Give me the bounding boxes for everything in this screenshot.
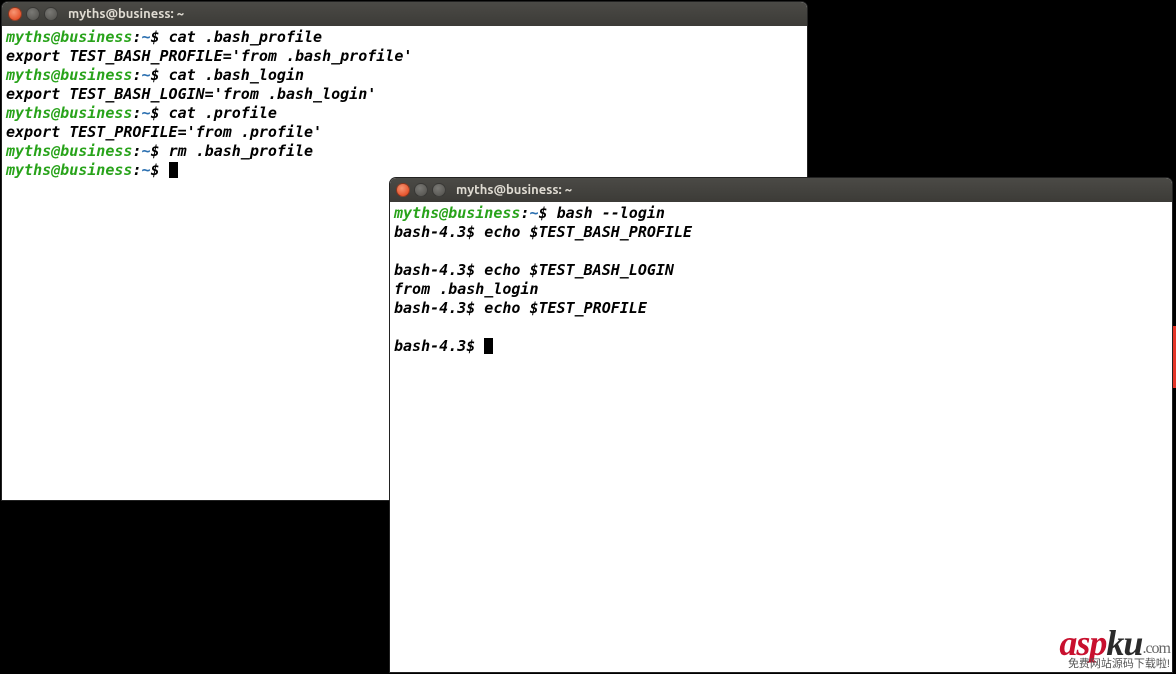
maximize-icon[interactable] xyxy=(44,7,58,21)
terminal-output: export TEST_BASH_LOGIN='from .bash_login… xyxy=(6,85,803,104)
cursor xyxy=(169,162,178,178)
maximize-icon[interactable] xyxy=(432,183,446,197)
window-title: myths@business: ~ xyxy=(68,7,184,21)
terminal-line: myths@business:~$ bash --login xyxy=(394,204,1168,223)
terminal-output: export TEST_PROFILE='from .profile' xyxy=(6,123,803,142)
terminal-line: myths@business:~$ cat .bash_login xyxy=(6,66,803,85)
terminal-line: myths@business:~$ cat .profile xyxy=(6,104,803,123)
terminal-line: bash-4.3$ echo $TEST_PROFILE xyxy=(394,299,1168,318)
terminal-output xyxy=(394,318,1168,337)
watermark: aspku.com 免费网站源码下载啦! xyxy=(1059,625,1170,670)
terminal-output: from .bash_login xyxy=(394,280,1168,299)
watermark-asp: asp xyxy=(1059,623,1106,663)
close-icon[interactable] xyxy=(396,183,410,197)
terminal-line: bash-4.3$ xyxy=(394,337,1168,356)
terminal-line: bash-4.3$ echo $TEST_BASH_PROFILE xyxy=(394,223,1168,242)
close-icon[interactable] xyxy=(8,7,22,21)
terminal-output xyxy=(394,242,1168,261)
terminal-line: myths@business:~$ cat .bash_profile xyxy=(6,28,803,47)
window-title: myths@business: ~ xyxy=(456,183,572,197)
terminal-output: export TEST_BASH_PROFILE='from .bash_pro… xyxy=(6,47,803,66)
watermark-ku: ku xyxy=(1106,623,1142,663)
titlebar[interactable]: myths@business: ~ xyxy=(390,178,1172,202)
terminal-line: myths@business:~$ rm .bash_profile xyxy=(6,142,803,161)
watermark-dot: .com xyxy=(1142,640,1170,657)
minimize-icon[interactable] xyxy=(414,183,428,197)
terminal-window-2: myths@business: ~ myths@business:~$ bash… xyxy=(390,178,1172,672)
terminal-line: bash-4.3$ echo $TEST_BASH_LOGIN xyxy=(394,261,1168,280)
watermark-subtitle: 免费网站源码下载啦! xyxy=(1059,659,1170,670)
terminal-body-2[interactable]: myths@business:~$ bash --loginbash-4.3$ … xyxy=(390,202,1172,672)
cursor xyxy=(484,338,493,354)
titlebar[interactable]: myths@business: ~ xyxy=(2,2,807,26)
minimize-icon[interactable] xyxy=(26,7,40,21)
